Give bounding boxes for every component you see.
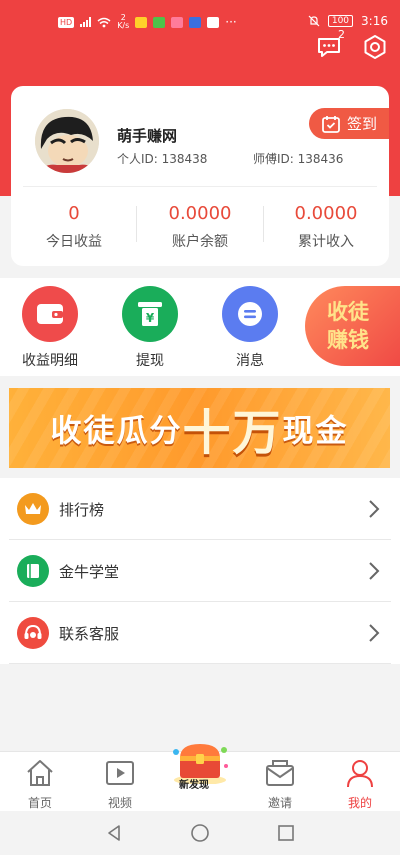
action-label: 消息 (236, 353, 264, 369)
nav-home[interactable]: 首页 (5, 758, 75, 811)
stat-value: 0.0000 (168, 203, 232, 224)
clock: 3:16 (361, 14, 388, 28)
recruit-line1: 收徒 (327, 300, 369, 324)
menu-list: 排行榜 金牛学堂 联系客服 (0, 478, 400, 664)
banner-text: 收徒瓜分十万现金 (50, 393, 348, 463)
banner-part1: 收徒瓜分 (50, 413, 183, 450)
menu-item-leaderboard[interactable]: 排行榜 (9, 478, 391, 540)
system-nav-bar (0, 811, 400, 855)
menu-item-academy[interactable]: 金牛学堂 (9, 540, 391, 602)
app-notification-icon (189, 16, 202, 28)
banner-part2: 十万 (182, 405, 283, 461)
wechat-notification-icon (153, 16, 166, 28)
home-icon (27, 760, 53, 786)
message-badge: 2 (338, 28, 345, 41)
banner-part3: 现金 (282, 413, 349, 450)
promo-banner[interactable]: 收徒瓜分十万现金 (9, 388, 390, 468)
hd-indicator: HD (58, 16, 75, 28)
nickname: 萌手赚网 (117, 127, 178, 145)
recruit-line2: 赚钱 (327, 328, 369, 352)
withdraw-icon: ¥ (122, 286, 178, 342)
checkin-button[interactable]: 签到 (309, 108, 389, 139)
message-bubble-icon (222, 286, 278, 342)
stat-total-income[interactable]: 0.0000 累计收入 (263, 204, 389, 251)
nav-label: 我的 (347, 796, 372, 810)
bottom-nav: 首页 视频 新发现 邀请 我的 (0, 744, 400, 811)
wifi-icon (97, 17, 111, 27)
stat-value: 0.0000 (294, 203, 358, 224)
master-id: 师傅ID: 138436 (253, 152, 344, 166)
profile-icon (347, 760, 373, 788)
nav-invite[interactable]: 邀请 (245, 758, 315, 811)
book-icon (17, 555, 49, 587)
user-id: 个人ID: 138438 (117, 152, 208, 166)
nav-label: 邀请 (267, 796, 292, 810)
checkin-label: 签到 (347, 115, 378, 133)
nav-discover[interactable]: 新发现 (166, 740, 234, 802)
more-notifications-icon: ··· (225, 15, 237, 29)
chevron-right-icon (369, 562, 380, 580)
settings-icon[interactable] (362, 34, 388, 60)
app-notification-icon (171, 16, 184, 28)
avatar[interactable] (35, 109, 99, 173)
messages-button[interactable]: 消息 (210, 286, 290, 370)
nav-label: 首页 (27, 796, 52, 810)
calendar-check-icon (322, 115, 340, 133)
stat-today-earnings[interactable]: 0 今日收益 (11, 204, 137, 251)
stat-label: 今日收益 (46, 234, 102, 250)
crown-icon (17, 493, 49, 525)
nav-mine[interactable]: 我的 (325, 758, 395, 811)
menu-label: 联系客服 (59, 625, 120, 643)
menu-item-customer-service[interactable]: 联系客服 (9, 602, 391, 664)
app-notification-icon (207, 16, 220, 28)
menu-label: 排行榜 (59, 501, 105, 519)
withdraw-button[interactable]: ¥ 提现 (110, 286, 190, 370)
action-label: 提现 (136, 353, 164, 369)
net-speed-unit: K/s (117, 21, 130, 30)
headset-icon (17, 617, 49, 649)
battery-icon: 100 (327, 15, 354, 27)
video-icon (106, 761, 134, 785)
status-right: 100 3:16 (308, 14, 388, 28)
action-label: 收益明细 (22, 353, 78, 369)
avatar-image (35, 109, 99, 173)
invite-envelope-icon (266, 760, 294, 786)
discover-label: 新发现 (179, 780, 209, 791)
back-icon[interactable] (104, 823, 124, 843)
app-notification-icon (135, 16, 148, 28)
stat-label: 累计收入 (298, 234, 354, 250)
stat-value: 0 (68, 203, 80, 224)
recruit-earn-button[interactable]: 收徒 赚钱 (305, 286, 400, 366)
svg-text:¥: ¥ (146, 311, 155, 325)
recents-icon[interactable] (276, 823, 296, 843)
stat-account-balance[interactable]: 0.0000 账户余额 (137, 204, 263, 251)
wallet-icon (22, 286, 78, 342)
profile-card: 萌手赚网 个人ID: 138438 师傅ID: 138436 签到 0 今日收益… (11, 86, 389, 266)
home-button-icon[interactable] (190, 823, 210, 843)
card-divider (23, 186, 377, 187)
chevron-right-icon (369, 624, 380, 642)
status-left: HD 2 K/s ··· (58, 14, 237, 30)
nav-label: 视频 (107, 796, 132, 810)
menu-label: 金牛学堂 (59, 563, 120, 581)
chevron-right-icon (369, 500, 380, 518)
net-speed: 2 K/s (117, 14, 129, 30)
signal-icon (80, 17, 92, 27)
stat-label: 账户余额 (172, 234, 228, 250)
nav-video[interactable]: 视频 (85, 758, 155, 811)
mute-icon (308, 15, 320, 27)
quick-actions: 收益明细 ¥ 提现 消息 收徒 赚钱 (0, 278, 400, 376)
earnings-detail-button[interactable]: 收益明细 (10, 286, 90, 370)
